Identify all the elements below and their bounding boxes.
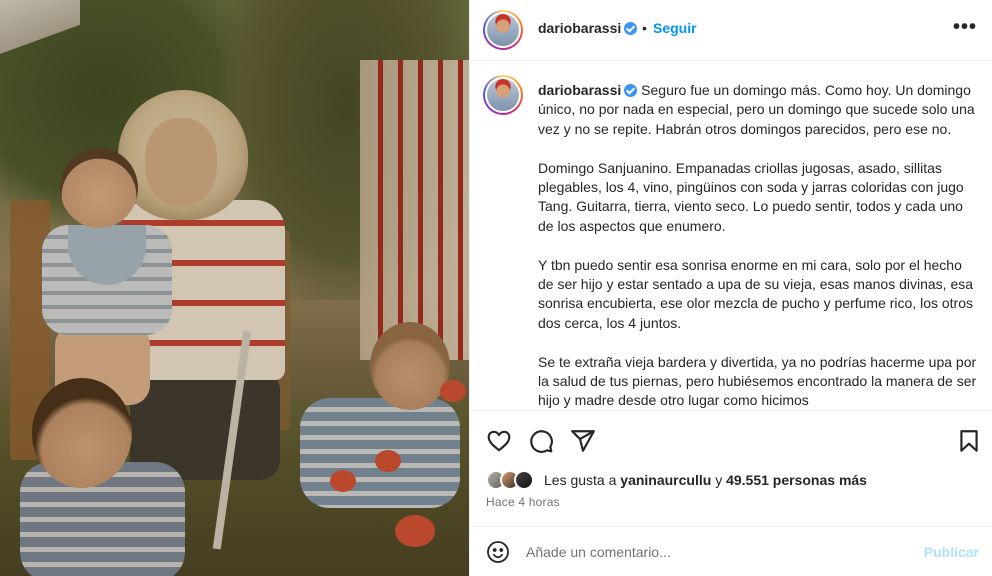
- caption-area: dariobarassi Seguro fue un domingo más. …: [470, 62, 992, 410]
- verified-badge-icon: [624, 22, 638, 35]
- separator-dot: •: [642, 20, 647, 36]
- caption-text: dariobarassi Seguro fue un domingo más. …: [538, 81, 978, 410]
- caption-paragraph: Domingo Sanjuanino. Empanadas criollas j…: [538, 159, 968, 234]
- photo-sepia-tint: [0, 0, 469, 576]
- heart-icon[interactable]: [486, 428, 512, 454]
- caption-paragraph: Y tbn puedo sentir esa sonrisa enorme en…: [538, 256, 977, 331]
- post-actions: [470, 410, 992, 470]
- liker-username-link[interactable]: yaninaurcullu: [620, 472, 711, 488]
- caption-paragraph: Se te extraña vieja bardera y divertida,…: [538, 353, 981, 409]
- caption-username[interactable]: dariobarassi: [538, 82, 621, 98]
- post-timestamp[interactable]: Hace 4 horas: [486, 495, 560, 509]
- likes-summary: Les gusta a yaninaurcullu y 49.551 perso…: [544, 472, 867, 488]
- likes-count-link[interactable]: 49.551 personas más: [726, 472, 867, 488]
- share-icon[interactable]: [570, 428, 596, 454]
- emoji-icon[interactable]: [486, 540, 510, 564]
- follow-button[interactable]: Seguir: [653, 20, 697, 36]
- header-username[interactable]: dariobarassi: [538, 20, 638, 36]
- avatar[interactable]: [483, 10, 523, 50]
- post-photo[interactable]: [0, 0, 469, 576]
- likes-row: Les gusta a yaninaurcullu y 49.551 perso…: [486, 468, 986, 492]
- bookmark-icon[interactable]: [956, 428, 982, 454]
- username-link[interactable]: dariobarassi: [538, 20, 621, 36]
- comment-bar: Publicar: [470, 526, 992, 576]
- comment-input[interactable]: [526, 541, 906, 563]
- caption-paragraph: dariobarassi Seguro fue un domingo más. …: [538, 81, 978, 139]
- comment-icon[interactable]: [528, 428, 554, 454]
- likes-prefix: Les gusta a: [544, 472, 617, 488]
- likes-connector: y: [715, 472, 723, 488]
- liker-avatar[interactable]: [514, 470, 534, 490]
- avatar[interactable]: [483, 75, 523, 115]
- more-options-icon[interactable]: •••: [953, 16, 977, 39]
- verified-badge-icon: [624, 84, 638, 97]
- post-header: dariobarassi • Seguir •••: [470, 0, 992, 61]
- publish-button[interactable]: Publicar: [924, 544, 979, 560]
- post-side-panel: dariobarassi • Seguir ••• dariobarassi S…: [469, 0, 992, 576]
